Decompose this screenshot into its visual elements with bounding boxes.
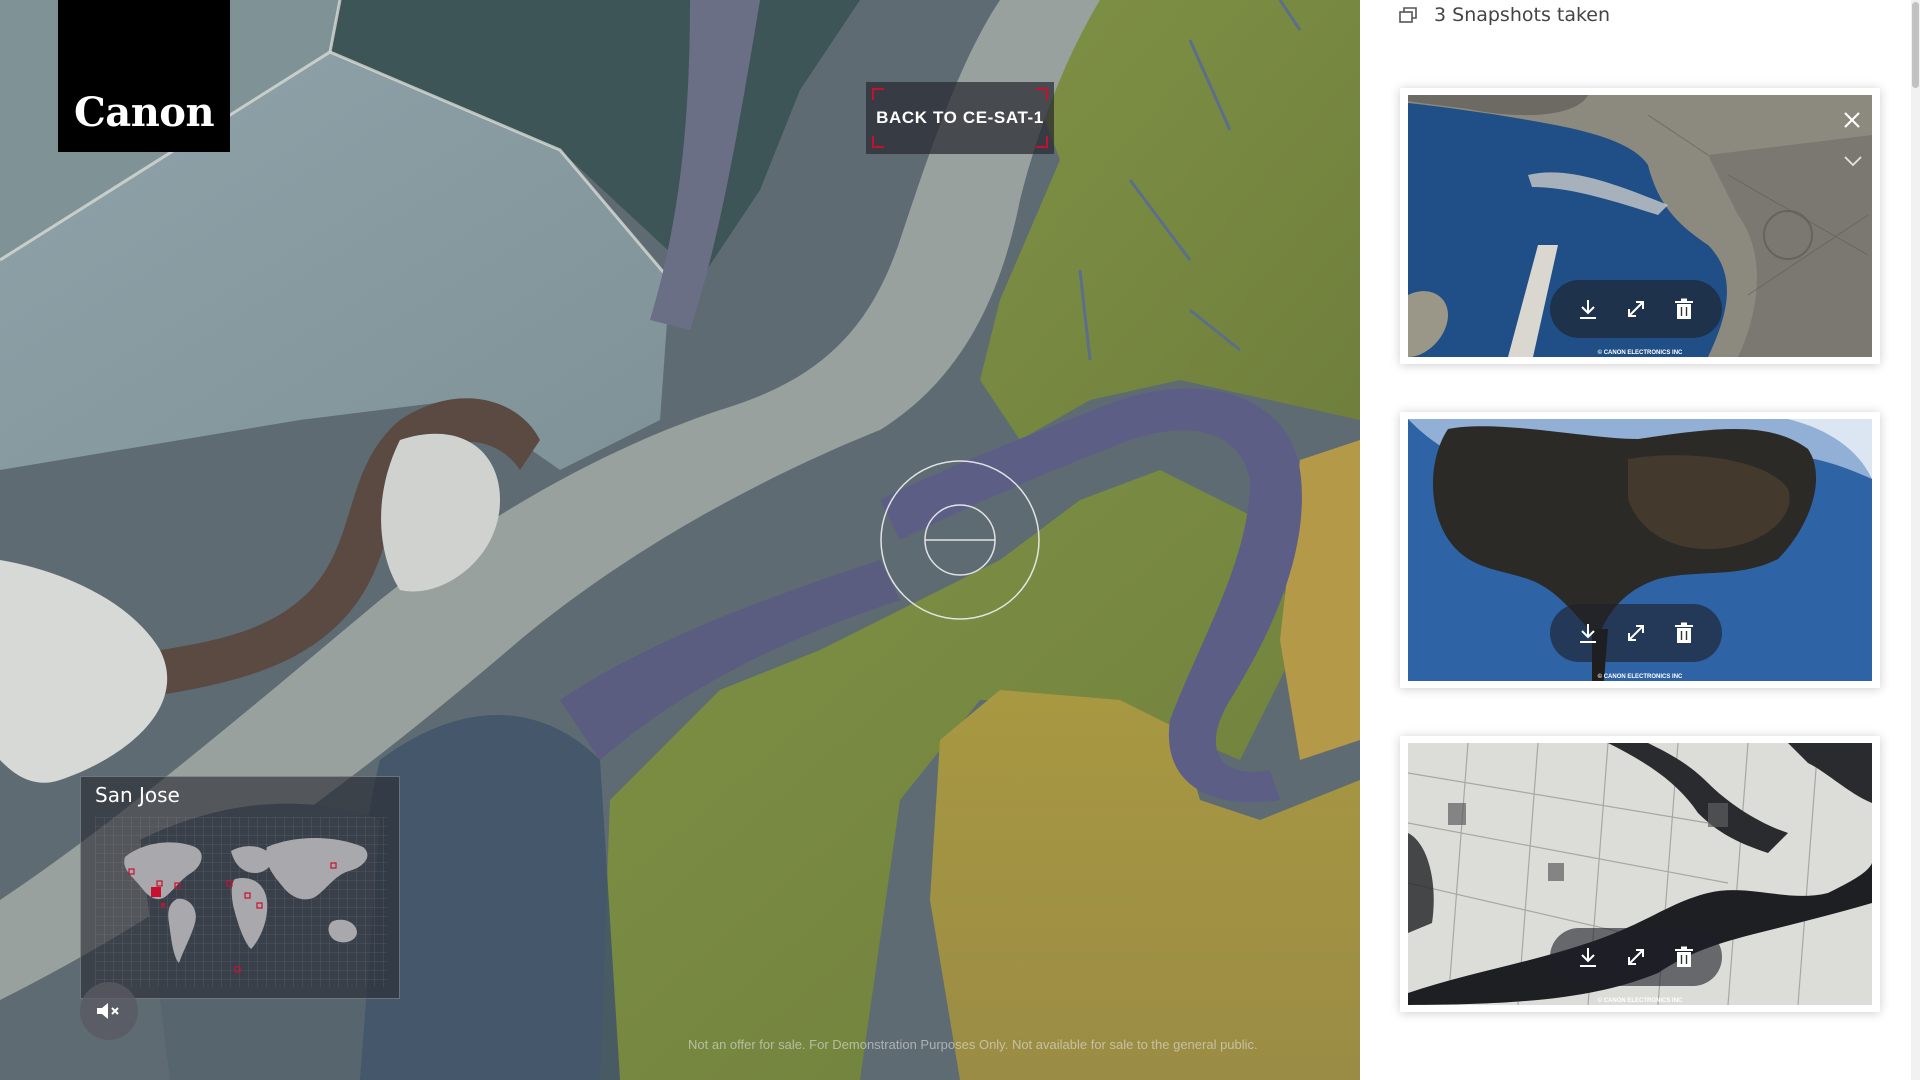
trash-icon	[1675, 298, 1693, 319]
download-button[interactable]	[1573, 618, 1603, 648]
snapshot-header: 3 Snapshots taken	[1398, 4, 1610, 26]
download-icon	[1580, 624, 1596, 643]
snapshot-card[interactable]: © CANON ELECTRONICS INC	[1400, 88, 1880, 364]
satellite-map-viewport[interactable]: Canon BACK TO CE-SAT-1 San Jose Not an o…	[0, 0, 1360, 1080]
delete-button[interactable]	[1669, 294, 1699, 324]
trash-icon	[1675, 622, 1693, 643]
download-icon	[1580, 300, 1596, 319]
location-panel: San Jose	[80, 776, 400, 999]
frame-corner	[1036, 136, 1048, 148]
map-marker[interactable]	[161, 903, 165, 907]
expand-icon	[1628, 625, 1644, 641]
speaker-mute-icon	[97, 1003, 119, 1019]
download-button[interactable]	[1573, 942, 1603, 972]
frame-corner	[1036, 88, 1048, 100]
download-button[interactable]	[1573, 294, 1603, 324]
snapshot-actions	[1550, 604, 1722, 662]
frame-corner	[872, 136, 884, 148]
disclaimer-text: Not an offer for sale. For Demonstration…	[688, 1037, 1258, 1052]
snapshot-panel: 3 Snapshots taken © CANON ELECTRONICS IN…	[1360, 0, 1920, 1080]
scrollbar-track[interactable]	[1911, 0, 1920, 1080]
logo-text: Canon	[73, 89, 215, 136]
back-button-label: BACK TO CE-SAT-1	[876, 108, 1044, 127]
image-credit: © CANON ELECTRONICS INC	[1597, 350, 1683, 356]
map-marker-selected[interactable]	[151, 887, 161, 897]
location-name: San Jose	[95, 783, 180, 807]
delete-button[interactable]	[1669, 942, 1699, 972]
frame-corner	[872, 88, 884, 100]
snapshot-card[interactable]: © CANON ELECTRONICS INC	[1400, 412, 1880, 688]
delete-button[interactable]	[1669, 618, 1699, 648]
chevron-down-icon[interactable]	[1842, 154, 1864, 168]
snapshot-card[interactable]: © CANON ELECTRONICS INC	[1400, 736, 1880, 1012]
snapshot-actions	[1550, 928, 1722, 986]
expand-icon	[1628, 301, 1644, 317]
snapshot-actions	[1550, 280, 1722, 338]
canon-logo[interactable]: Canon	[58, 0, 230, 152]
download-icon	[1580, 948, 1596, 967]
close-icon[interactable]	[1838, 106, 1866, 134]
trash-icon	[1675, 946, 1693, 967]
scrollbar-thumb[interactable]	[1912, 2, 1919, 88]
world-map[interactable]	[95, 817, 387, 987]
mute-button[interactable]	[80, 982, 138, 1040]
expand-icon	[1628, 949, 1644, 965]
snapshot-count: 3 Snapshots taken	[1434, 4, 1611, 26]
fullscreen-button[interactable]	[1621, 618, 1651, 648]
image-credit: © CANON ELECTRONICS INC	[1597, 998, 1683, 1004]
fullscreen-button[interactable]	[1621, 294, 1651, 324]
stacked-layers-icon	[1399, 7, 1417, 23]
back-to-satellite-button[interactable]: BACK TO CE-SAT-1	[866, 82, 1054, 154]
image-credit: © CANON ELECTRONICS INC	[1597, 674, 1683, 680]
fullscreen-button[interactable]	[1621, 942, 1651, 972]
